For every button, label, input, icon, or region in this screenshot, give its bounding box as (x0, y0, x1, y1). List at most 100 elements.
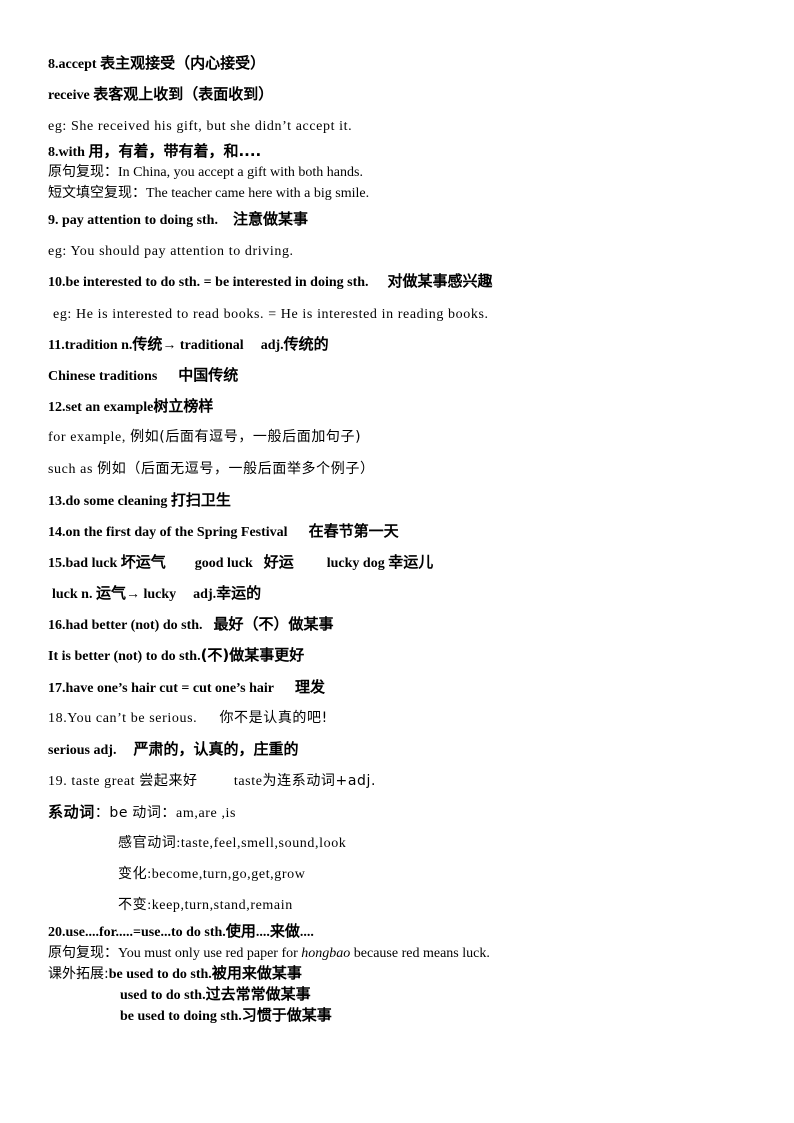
entry-do-cleaning: 13.do some cleaning 打扫卫生 (48, 491, 231, 511)
label: 原句复现： (48, 164, 118, 180)
entry-spring-festival: 14.on the first day of the Spring Festiv… (48, 522, 399, 542)
meaning-lucky-dog: 幸运儿 (388, 553, 434, 571)
derived-term: → lucky (125, 587, 177, 602)
meaning: 尝起来好 (139, 773, 198, 789)
entry-hair-cut: 17.have one’s hair cut = cut one’s hair … (48, 678, 325, 698)
meaning: 习惯于做某事 (241, 1006, 332, 1024)
entry-interested: 10.be interested to do sth. = be interes… (48, 272, 493, 292)
meaning: 传统 (132, 335, 163, 353)
entry-tradition: 11.tradition n.传统→ traditional adj.传统的 (48, 335, 329, 355)
meaning-bad-luck: 坏运气 (120, 553, 166, 571)
change-verbs: 变化:become,turn,go,get,grow (118, 865, 305, 884)
example-accept: eg: She received his gift, but she didn’… (48, 119, 353, 134)
meaning: 被用来做某事 (211, 964, 302, 982)
entry-pay-attention: 9. pay attention to doing sth. 注意做某事 (48, 210, 308, 230)
verbs: :taste,feel,smell,sound,look (176, 836, 347, 851)
pos: adj. (193, 587, 217, 602)
entry-receive: receive 表客观上收到（表面收到） (48, 85, 273, 105)
meaning: 表客观上收到（表面收到） (93, 85, 274, 103)
term: 11.tradition n. (48, 338, 133, 353)
meaning: 过去常常做某事 (205, 985, 311, 1003)
derived-meaning: 传统的 (283, 335, 329, 353)
term: 13.do some cleaning (48, 494, 168, 509)
label: 课外拓展: (48, 966, 109, 982)
sentence: 18.You can’t be serious. (48, 711, 198, 726)
state-verbs: 不变:keep,turn,stand,remain (118, 896, 293, 915)
term: 8.accept (48, 57, 97, 72)
meaning: 严肃的，认真的，庄重的 (133, 740, 299, 758)
term: 9. pay attention to doing sth. (48, 213, 218, 228)
meaning: 你不是认真的吧! (219, 710, 328, 726)
meaning: 最好（不）做某事 (213, 615, 334, 633)
verbs: :keep,turn,stand,remain (147, 898, 293, 913)
term: 19. taste great (48, 774, 136, 789)
ellipsis-2: .... (299, 925, 314, 940)
example-pay-attention: eg: You should pay attention to driving. (48, 244, 294, 259)
meaning: (不)做某事更好 (200, 646, 305, 664)
linking-verbs-heading: 系动词：be 动词：am,are ,is (48, 803, 236, 823)
pos: adj. (260, 338, 284, 353)
term: be used to do sth. (108, 967, 212, 982)
original-sentence-use: 原句复现：You must only use red paper for hon… (48, 944, 490, 963)
term: 16.had better (not) do sth. (48, 618, 203, 633)
ellipsis-1: .... (255, 925, 270, 940)
entry-such-as: such as 例如（后面无逗号，一般后面举多个例子） (48, 460, 375, 479)
term-lucky-dog: lucky dog (326, 556, 385, 571)
note: 为连系动词+adj. (262, 773, 377, 789)
term: such as (48, 462, 94, 477)
sentence-part-2: because red means luck. (350, 946, 490, 961)
sentence: The teacher came here with a big smile. (146, 186, 370, 201)
example-interested: eg: He is interested to read books. = He… (53, 307, 489, 322)
note-term: taste (233, 774, 263, 789)
meaning: 打扫卫生 (170, 491, 231, 509)
label: 原句复现： (48, 945, 118, 961)
entry-it-is-better: It is better (not) to do sth.(不)做某事更好 (48, 646, 304, 666)
term: Chinese traditions (48, 369, 158, 384)
meaning: 运气 (95, 584, 126, 602)
term: be used to doing sth. (120, 1009, 242, 1024)
label: 不变 (118, 897, 148, 913)
term: It is better (not) to do sth. (48, 649, 201, 664)
meaning: 例如（后面无逗号，一般后面举多个例子） (97, 461, 375, 477)
entry-luck-word: luck n. 运气→ lucky adj.幸运的 (52, 584, 261, 604)
meaning: 理发 (295, 678, 326, 696)
term: luck n. (52, 587, 93, 602)
meaning-2: 来做 (269, 922, 300, 940)
term-bad-luck: 15.bad luck (48, 556, 118, 571)
entry-set-example: 12.set an example树立榜样 (48, 397, 213, 417)
term-good-luck: good luck (194, 556, 253, 571)
meaning: 中国传统 (178, 366, 239, 384)
entry-for-example: for example, 例如(后面有逗号，一般后面加句子) (48, 428, 361, 447)
derived-meaning: 幸运的 (216, 584, 262, 602)
entry-accept: 8.accept 表主观接受（内心接受） (48, 54, 265, 74)
verbs: :become,turn,go,get,grow (147, 867, 306, 882)
entry-luck-phrases: 15.bad luck 坏运气 good luck 好运 lucky dog 幸… (48, 553, 433, 573)
term: receive (48, 88, 90, 103)
entry-had-better: 16.had better (not) do sth. 最好（不）做某事 (48, 615, 334, 635)
label: 短文填空复现： (48, 185, 146, 201)
meaning-good-luck: 好运 (263, 553, 294, 571)
term: 8.with (48, 145, 85, 160)
extension-be-used-to-do: 课外拓展:be used to do sth.被用来做某事 (48, 964, 302, 984)
term: for example, (48, 430, 126, 445)
entry-with: 8.with 用，有着，带有着，和.... (48, 142, 261, 162)
label: 感官动词 (118, 835, 177, 851)
meaning: 对做某事感兴趣 (387, 272, 493, 290)
meaning: 在春节第一天 (308, 522, 399, 540)
term: 12.set an example (48, 400, 154, 415)
term: serious adj. (48, 743, 117, 758)
label: 变化 (118, 866, 148, 882)
label: 系动词 (48, 803, 95, 821)
meaning: 用，有着，带有着，和.... (88, 142, 262, 160)
meaning: 树立榜样 (153, 397, 214, 415)
meaning-1: 使用 (225, 922, 256, 940)
cloze-sentence-with: 短文填空复现：The teacher came here with a big … (48, 184, 369, 203)
term: 17.have one’s hair cut = cut one’s hair (48, 681, 275, 696)
meaning: 例如(后面有逗号，一般后面加句子) (130, 429, 362, 445)
term: used to do sth. (120, 988, 206, 1003)
be-label: ：be (94, 805, 129, 821)
meaning: 表主观接受（内心接受） (100, 54, 266, 72)
sentence-italic: hongbao (301, 946, 351, 961)
sense-verbs: 感官动词:taste,feel,smell,sound,look (118, 834, 346, 853)
derived-term: → traditional (162, 338, 244, 353)
